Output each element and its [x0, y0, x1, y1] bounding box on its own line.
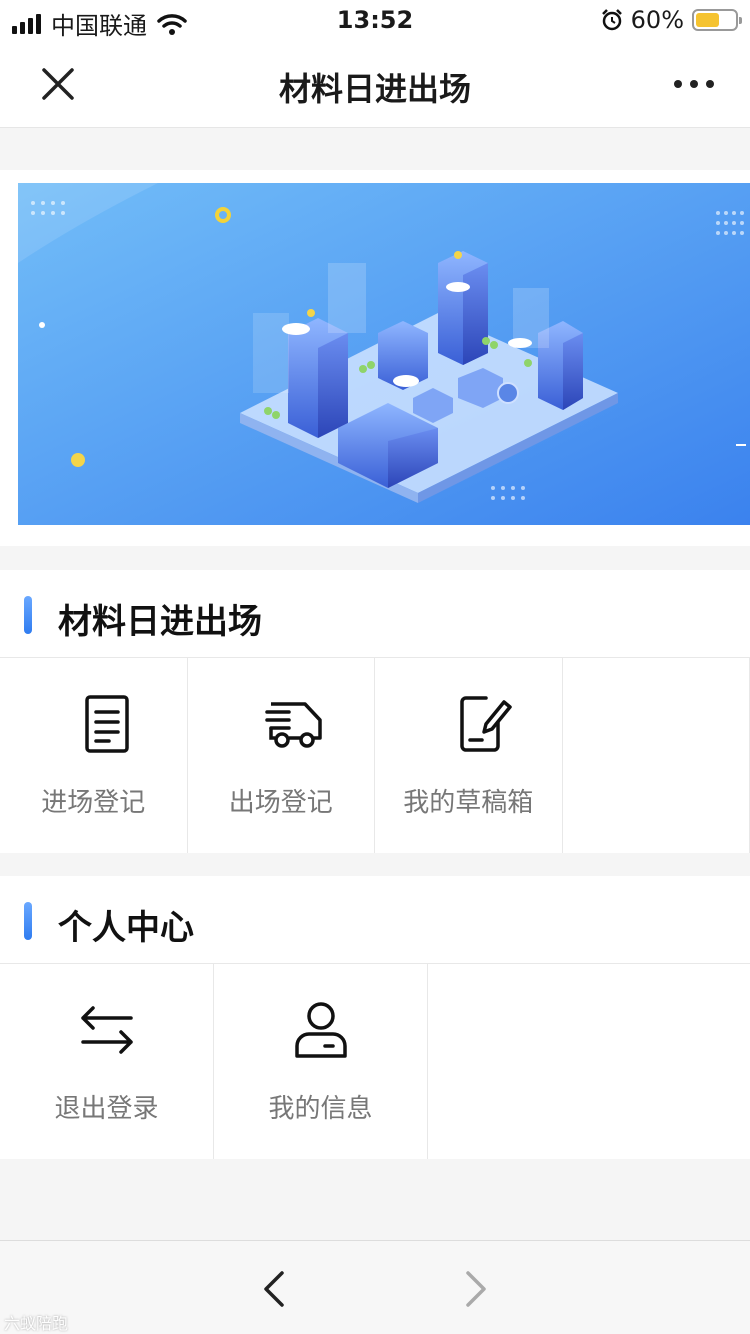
chevron-left-icon[interactable] — [258, 1269, 290, 1309]
personal-grid: 退出登录 我的信息 — [0, 964, 750, 1159]
city-banner-image[interactable] — [18, 183, 750, 525]
empty-cell — [563, 658, 750, 853]
alarm-icon — [601, 9, 622, 31]
battery-icon — [692, 9, 742, 31]
watermark-text: 六蚁陪跑 — [4, 1314, 69, 1333]
banner-section — [0, 170, 750, 546]
status-bar: 中国联通 13:52 60% — [0, 0, 750, 40]
status-right: 60% — [601, 6, 742, 34]
section-title: 材料日进出场 — [58, 602, 262, 642]
more-icon[interactable] — [674, 74, 714, 94]
truck-icon — [264, 702, 322, 748]
chevron-right-icon[interactable] — [460, 1269, 492, 1309]
materials-grid: 进场登记 出场登记 我的草稿箱 — [0, 658, 750, 853]
draft-edit-icon — [460, 696, 512, 752]
browser-toolbar — [0, 1240, 750, 1334]
section-title: 个人中心 — [58, 908, 194, 948]
draft-box-item[interactable]: 我的草稿箱 — [375, 658, 563, 853]
item-label: 退出登录 — [54, 1094, 159, 1124]
page-title: 材料日进出场 — [278, 70, 471, 108]
my-info-item[interactable]: 我的信息 — [214, 964, 428, 1159]
section-accent-bar — [24, 596, 32, 634]
item-label: 我的草稿箱 — [403, 788, 534, 818]
section-header: 材料日进出场 — [0, 570, 750, 658]
section-accent-bar — [24, 902, 32, 940]
item-label: 出场登记 — [228, 788, 333, 818]
battery-percent: 60% — [630, 6, 684, 34]
empty-cell — [428, 964, 642, 1159]
document-icon — [85, 695, 129, 753]
exit-registration-item[interactable]: 出场登记 — [188, 658, 375, 853]
item-label: 我的信息 — [268, 1094, 373, 1124]
switch-arrows-icon — [81, 1006, 133, 1054]
personal-center-section: 个人中心 退出登录 我的信息 — [0, 876, 750, 1159]
entry-registration-item[interactable]: 进场登记 — [0, 658, 188, 853]
user-icon — [295, 1002, 347, 1058]
nav-bar: 材料日进出场 — [0, 40, 750, 128]
battery-level — [696, 13, 719, 27]
logout-item[interactable]: 退出登录 — [0, 964, 214, 1159]
materials-section: 材料日进出场 进场登记 出场登记 我的草稿箱 — [0, 570, 750, 853]
item-label: 进场登记 — [41, 788, 146, 818]
section-header: 个人中心 — [0, 876, 750, 964]
